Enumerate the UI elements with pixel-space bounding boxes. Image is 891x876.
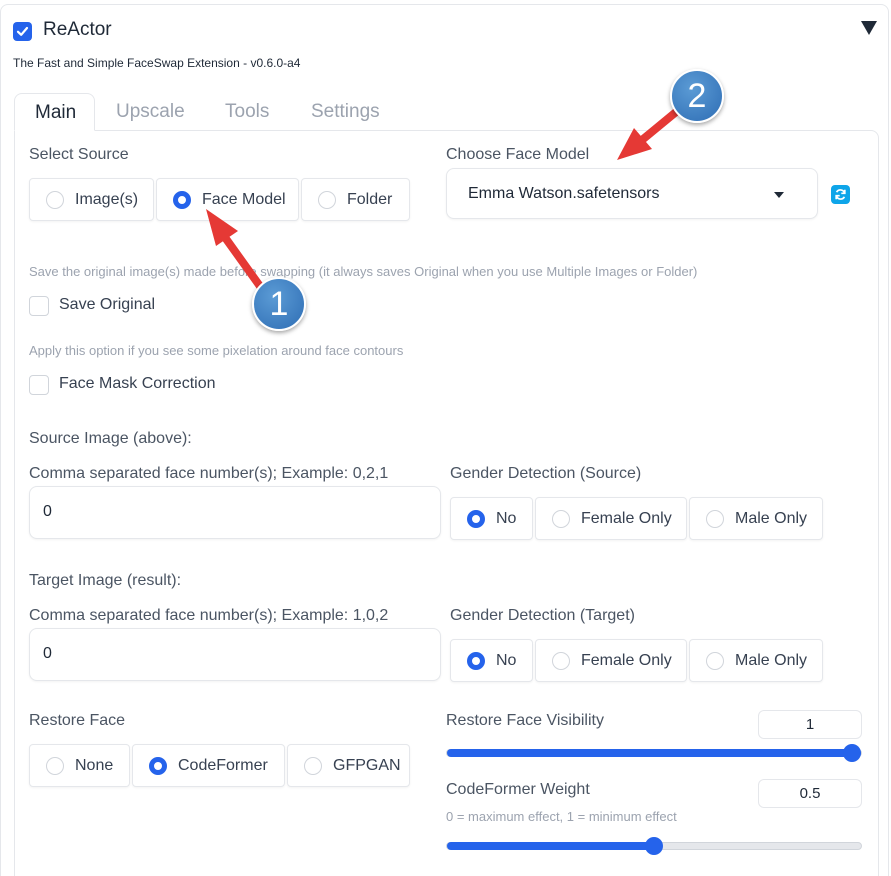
select-source-label: Select Source [29,146,129,163]
source-option-folder[interactable]: Folder [301,178,410,221]
radio-circle [552,651,570,670]
face-model-label: Choose Face Model [446,146,590,163]
gender-target-male[interactable]: Male Only [689,639,823,682]
source-faces-input[interactable]: 0 [29,486,441,539]
annotation-badge-1: 1 [252,277,306,331]
radio-circle-selected [149,756,167,775]
radio-circle-selected [173,190,191,209]
face-mask-info: Apply this option if you see some pixela… [29,343,404,358]
radio-circle [46,756,64,775]
face-model-value: Emma Watson.safetensors [468,185,660,202]
gender-target-no[interactable]: No [450,639,533,682]
refresh-arrows-icon [835,189,846,200]
tab-upscale[interactable]: Upscale [116,93,185,131]
save-original-info: Save the original image(s) made before s… [29,264,698,279]
source-faces-label: Comma separated face number(s); Example:… [29,465,389,482]
radio-circle [46,190,64,209]
restore-visibility-slider[interactable] [446,744,862,762]
tab-tools[interactable]: Tools [225,93,269,131]
radio-circle [318,190,336,209]
face-mask-label[interactable]: Face Mask Correction [59,375,216,393]
gender-source-label: Gender Detection (Source) [450,465,642,482]
slider-fill [447,842,654,850]
source-option-face-model[interactable]: Face Model [156,178,299,221]
radio-circle [304,756,322,775]
collapse-triangle-icon[interactable] [861,21,877,35]
source-option-images[interactable]: Image(s) [29,178,154,221]
chevron-down-icon [774,192,784,198]
annotation-badge-2: 2 [670,69,724,123]
restore-visibility-label: Restore Face Visibility [446,712,604,729]
gender-source-female[interactable]: Female Only [535,497,687,540]
enable-reactor-checkbox[interactable] [13,22,32,41]
target-image-heading: Target Image (result): [29,572,182,589]
target-faces-input[interactable]: 0 [29,628,441,681]
refresh-icon[interactable] [831,185,850,204]
save-original-checkbox[interactable] [29,296,49,316]
gender-target-label: Gender Detection (Target) [450,607,635,624]
restore-face-label: Restore Face [29,712,126,729]
gender-target-female[interactable]: Female Only [535,639,687,682]
face-model-dropdown[interactable]: Emma Watson.safetensors [446,168,818,219]
radio-circle-selected [467,509,485,528]
gender-source-no[interactable]: No [450,497,533,540]
radio-circle-selected [467,651,485,670]
restore-option-gfpgan[interactable]: GFPGAN [287,744,410,787]
face-mask-checkbox[interactable] [29,375,49,395]
codeformer-weight-slider[interactable] [446,837,862,855]
save-original-label[interactable]: Save Original [59,296,155,314]
panel-subtitle: The Fast and Simple FaceSwap Extension -… [13,56,301,70]
target-faces-label: Comma separated face number(s); Example:… [29,607,389,624]
gender-source-male[interactable]: Male Only [689,497,823,540]
radio-circle [552,509,570,528]
source-image-heading: Source Image (above): [29,430,192,447]
restore-option-none[interactable]: None [29,744,130,787]
restore-option-codeformer[interactable]: CodeFormer [132,744,285,787]
codeformer-weight-number[interactable]: 0.5 [758,779,862,808]
tab-settings[interactable]: Settings [311,93,380,131]
check-icon [16,26,29,36]
tab-main[interactable]: Main [14,93,95,131]
radio-circle [706,651,724,670]
slider-thumb[interactable] [645,837,663,855]
codeformer-weight-label: CodeFormer Weight [446,781,590,798]
radio-circle [706,509,724,528]
codeformer-weight-info: 0 = maximum effect, 1 = minimum effect [446,809,677,824]
panel-title[interactable]: ReActor [43,19,112,41]
restore-visibility-number[interactable]: 1 [758,710,862,739]
slider-thumb[interactable] [843,744,861,762]
slider-fill [447,749,861,757]
